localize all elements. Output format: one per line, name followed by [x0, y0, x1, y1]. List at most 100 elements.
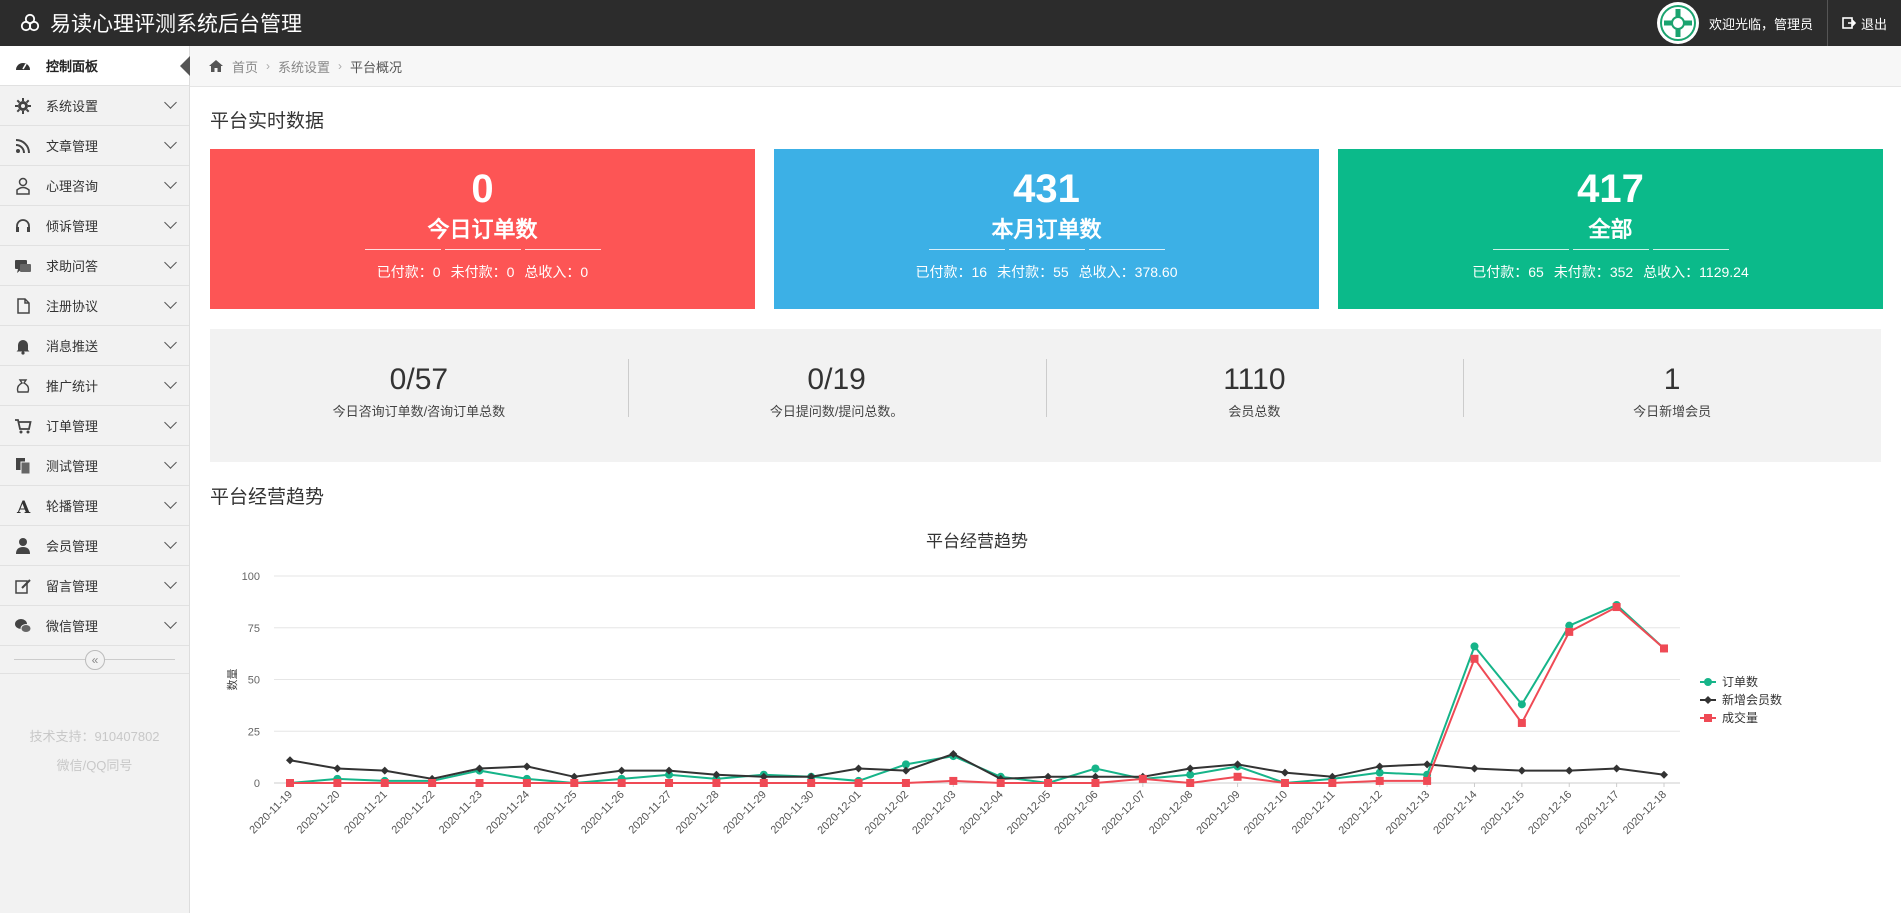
sidebar-item-label: 心理咨询 — [46, 179, 99, 194]
summary-stat-value: 0/57 — [389, 363, 449, 396]
chevron-down-icon — [164, 536, 177, 549]
series-line — [290, 605, 1665, 785]
chevron-down-icon — [164, 456, 177, 469]
summary-stat: 1110 会员总数 — [1045, 329, 1464, 462]
sidebar-collapse-row: « — [0, 646, 189, 674]
logout-button[interactable]: 退出 — [1826, 0, 1901, 46]
sidebar-item[interactable]: 会员管理 — [0, 526, 189, 566]
sidebar-item[interactable]: 控制面板 — [0, 46, 190, 86]
x-tick-label: 2020-12-18 — [1621, 789, 1669, 837]
y-tick-label: 100 — [242, 571, 260, 583]
chevron-down-icon — [164, 576, 177, 589]
welcome-text: 欢迎光临，管理员 — [1708, 16, 1813, 32]
kpi-label: 全部 — [1588, 217, 1633, 242]
breadcrumb-level1[interactable]: 系统设置 — [278, 57, 330, 76]
headset-icon — [14, 217, 32, 235]
sidebar-item[interactable]: 测试管理 — [0, 446, 189, 486]
breadcrumb-home[interactable]: 首页 — [232, 57, 258, 76]
x-tick-label: 2020-12-08 — [1147, 789, 1195, 837]
x-tick-label: 2020-11-24 — [484, 789, 532, 837]
y-axis-label: 数量 — [226, 669, 239, 691]
data-point — [665, 779, 674, 787]
sidebar-item[interactable]: 倾诉管理 — [0, 206, 189, 246]
x-tick-label: 2020-12-02 — [863, 789, 911, 837]
breadcrumb-separator: › — [266, 59, 271, 73]
sidebar-item-label: 系统设置 — [46, 99, 99, 114]
sidebar-item[interactable]: 订单管理 — [0, 406, 189, 446]
app-brand[interactable]: 易读心理评测系统后台管理 — [18, 0, 302, 46]
sidebar-item[interactable]: 留言管理 — [0, 566, 189, 606]
data-point — [854, 779, 863, 787]
sidebar-item[interactable]: 心理咨询 — [0, 166, 189, 206]
kpi-card: 0 今日订单数 已付款：0 未付款：0 总收入：0 — [210, 149, 755, 309]
summary-stat: 1 今日新增会员 — [1463, 329, 1881, 462]
data-point — [1233, 772, 1242, 781]
data-point — [1091, 764, 1100, 773]
trend-chart: 平台经营趋势0255075100数量2020-11-19 2020-11-20 20… — [226, 532, 1782, 837]
sidebar-item[interactable]: 消息推送 — [0, 326, 189, 366]
wechat-icon — [14, 617, 32, 635]
kpi-details: 已付款：16 未付款：55 总收入：378.60 — [774, 262, 1319, 282]
data-point — [617, 766, 626, 775]
x-tick-label: 2020-12-12 — [1337, 789, 1385, 837]
sidebar-item-label: 推广统计 — [46, 379, 99, 394]
sidebar-collapse-button[interactable]: « — [85, 650, 105, 670]
x-tick-label: 2020-12-01 — [815, 789, 863, 837]
summary-stat: 0/57 今日咨询订单数/咨询订单总数 — [210, 329, 628, 462]
kpi-details: 已付款：0 未付款：0 总收入：0 — [210, 262, 755, 282]
x-tick-label: 2020-11-30 — [769, 789, 817, 837]
data-point — [380, 766, 389, 775]
x-tick-label: 2020-11-29 — [721, 789, 769, 837]
data-point — [1423, 776, 1432, 785]
top-bar: 易读心理评测系统后台管理 欢迎光临，管理员 退出 — [0, 0, 1901, 46]
kpi-divider — [210, 249, 755, 250]
sidebar-item[interactable]: 微信管理 — [0, 606, 189, 646]
sidebar-item[interactable]: 文章管理 — [0, 126, 189, 166]
dashboard-icon — [14, 57, 32, 75]
avatar[interactable] — [1656, 2, 1699, 44]
x-tick-label: 2020-12-11 — [1290, 789, 1338, 837]
x-tick-label: 2020-12-15 — [1479, 789, 1527, 837]
sidebar-item-label: 微信管理 — [46, 619, 99, 634]
sidebar-item-label: 文章管理 — [46, 139, 99, 154]
app-title: 易读心理评测系统后台管理 — [50, 13, 302, 36]
sidebar-item[interactable]: 推广统计 — [0, 366, 189, 406]
sidebar-item-label: 轮播管理 — [46, 499, 99, 514]
data-point — [854, 764, 863, 773]
kpi-label: 本月订单数 — [991, 217, 1102, 242]
sidebar: 控制面板系统设置文章管理心理咨询倾诉管理求助问答注册协议消息推送推广统计订单管理… — [0, 46, 190, 913]
series-line — [289, 752, 1665, 780]
user-md-icon — [14, 177, 32, 195]
sidebar-item[interactable]: 注册协议 — [0, 286, 189, 326]
summary-stat-label: 今日咨询订单数/咨询订单总数 — [332, 404, 506, 419]
legend-label: 新增会员数 — [1722, 692, 1782, 707]
x-tick-label: 2020-11-23 — [437, 789, 485, 837]
gear-icon — [14, 97, 32, 115]
kpi-card: 431 本月订单数 已付款：16 未付款：55 总收入：378.60 — [774, 149, 1319, 309]
chevron-down-icon — [164, 296, 177, 309]
summary-stat-value: 0/19 — [807, 363, 866, 396]
sidebar-item[interactable]: A 轮播管理 — [0, 486, 189, 526]
data-point — [1186, 779, 1195, 787]
kpi-card: 417 全部已付款：65 未付款：352 总收入：1129.24 — [1338, 149, 1883, 309]
data-point — [1470, 642, 1479, 651]
sidebar-item-label: 求助问答 — [46, 259, 99, 274]
data-point — [1470, 654, 1479, 663]
support-contact: 技术支持：910407802 — [29, 729, 160, 744]
trend-section-title: 平台经营趋势 — [210, 487, 325, 508]
data-point — [286, 779, 294, 787]
data-point — [901, 766, 910, 775]
data-point — [807, 779, 816, 787]
x-tick-label: 2020-11-22 — [390, 789, 438, 837]
home-icon[interactable] — [208, 59, 224, 73]
sidebar-item[interactable]: 系统设置 — [0, 86, 189, 126]
sidebar-item-label: 注册协议 — [46, 299, 99, 314]
kpi-details: 已付款：65 未付款：352 总收入：1129.24 — [1338, 262, 1883, 282]
sidebar-item[interactable]: 求助问答 — [0, 246, 189, 286]
data-point — [1280, 779, 1289, 787]
logout-icon — [1842, 17, 1856, 29]
x-tick-label: 2020-12-05 — [1005, 789, 1053, 837]
x-tick-label: 2020-11-26 — [579, 789, 627, 837]
x-tick-label: 2020-12-10 — [1242, 789, 1290, 837]
kpi-value: 417 — [1577, 167, 1644, 211]
